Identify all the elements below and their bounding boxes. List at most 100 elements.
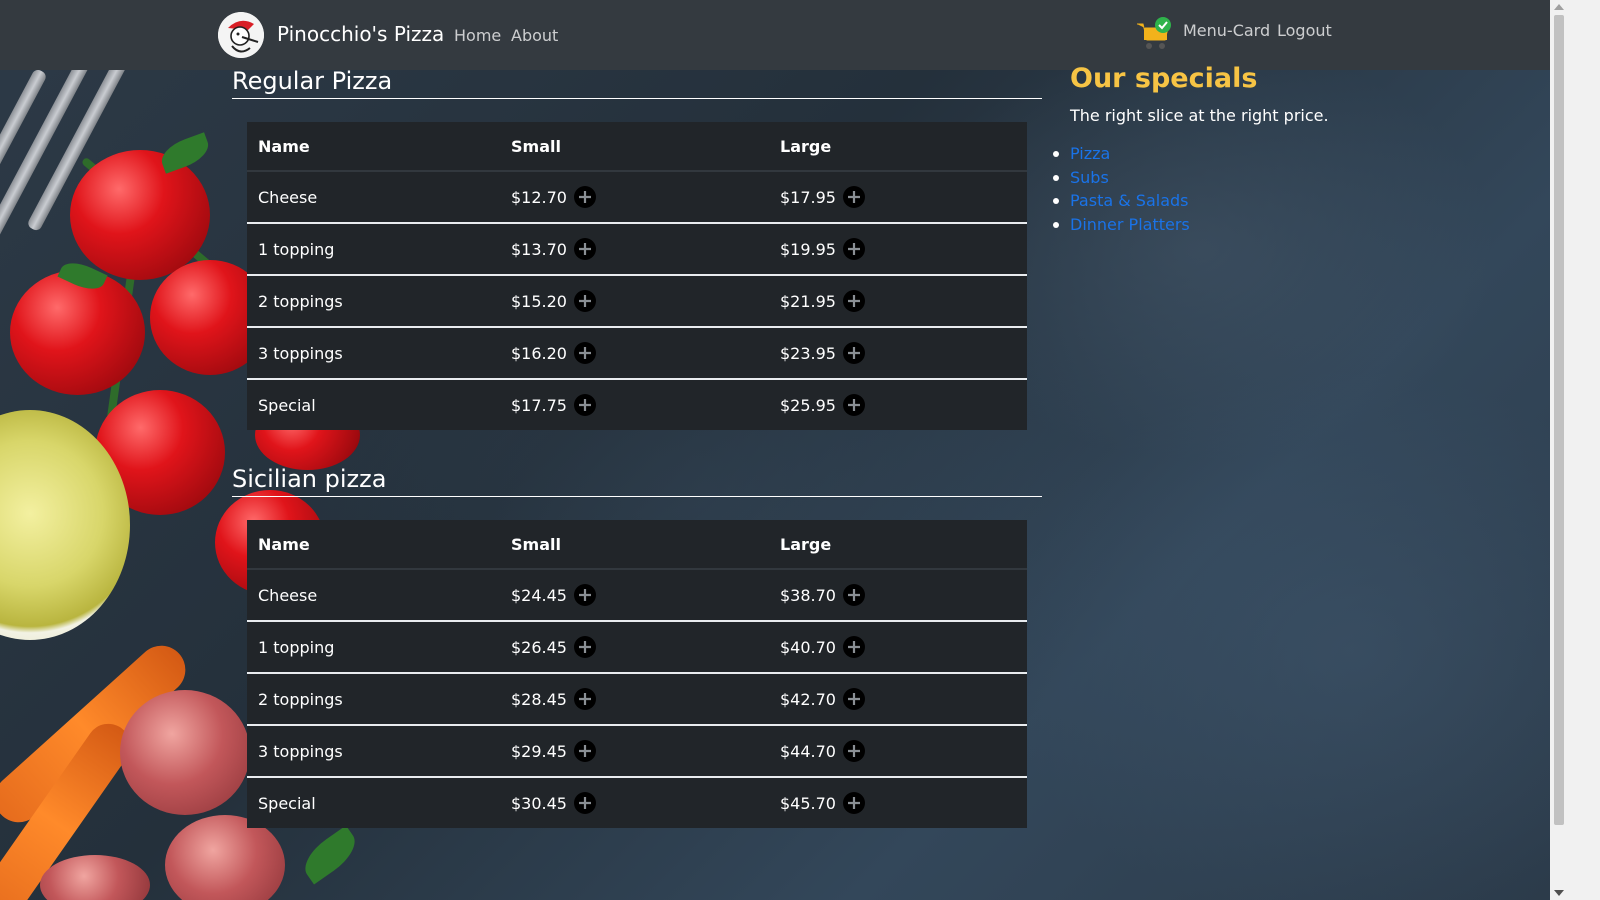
bullet-icon [1053, 151, 1059, 157]
price-cell-small: $30.45 [500, 776, 769, 828]
price-cell-large: $19.95 [769, 222, 1027, 275]
price-cell-small: $13.70 [500, 222, 769, 275]
price-large: $45.70 [780, 793, 836, 813]
list-item: Dinner Platters [1053, 213, 1190, 237]
price-cell-small: $28.45 [500, 672, 769, 725]
price-small: $26.45 [511, 637, 567, 657]
table-row: 2 toppings $28.45 $42.70 [247, 672, 1027, 725]
price-small: $17.75 [511, 395, 567, 415]
specials-title: Our specials [1070, 63, 1258, 94]
specials-link-pizza[interactable]: Pizza [1070, 144, 1110, 163]
brand-logo[interactable] [218, 12, 264, 58]
nav-link-home[interactable]: Home [454, 26, 501, 45]
add-to-cart-icon[interactable] [842, 290, 865, 312]
scrollbar-thumb[interactable] [1554, 15, 1564, 825]
potato [40, 855, 150, 900]
leaf [296, 825, 360, 885]
table-row: Special $17.75 $25.95 [247, 378, 1027, 430]
table-row: 1 topping $26.45 $40.70 [247, 620, 1027, 673]
bullet-icon [1053, 174, 1059, 181]
table-row: 3 toppings $29.45 $44.70 [247, 724, 1027, 777]
table-row: 2 toppings $15.20 $21.95 [247, 274, 1027, 327]
add-to-cart-icon[interactable] [573, 740, 596, 762]
section-title-regular-pizza: Regular Pizza [232, 67, 1042, 99]
add-to-cart-icon[interactable] [842, 636, 865, 658]
list-item: Pasta & Salads [1053, 189, 1190, 213]
sicilian-pizza-table: Name Small Large Cheese $24.45 $38.70 1 … [247, 520, 1027, 828]
price-small: $16.20 [511, 343, 567, 363]
table-header-row: Name Small Large [247, 122, 1027, 172]
price-cell-small: $12.70 [500, 171, 769, 223]
add-to-cart-icon[interactable] [573, 342, 596, 364]
window-edge [1568, 0, 1600, 900]
table-row: 1 topping $13.70 $19.95 [247, 222, 1027, 275]
add-to-cart-icon[interactable] [573, 394, 596, 416]
price-small: $30.45 [511, 793, 567, 813]
nav-link-menu-card[interactable]: Menu-Card [1183, 21, 1270, 40]
add-to-cart-icon[interactable] [573, 186, 596, 208]
column-header-name: Name [247, 122, 500, 172]
specials-list: Pizza Subs Pasta & Salads Dinner Platter… [1053, 142, 1190, 237]
price-cell-small: $24.45 [500, 569, 769, 621]
bullet-icon [1053, 198, 1059, 204]
add-to-cart-icon[interactable] [573, 584, 596, 606]
nav-link-logout[interactable]: Logout [1277, 21, 1332, 40]
bullet-icon [1053, 221, 1059, 228]
price-large: $42.70 [780, 689, 836, 709]
specials-link-dinner-platters[interactable]: Dinner Platters [1070, 215, 1190, 234]
add-to-cart-icon[interactable] [573, 290, 596, 312]
item-name: Cheese [258, 585, 318, 605]
add-to-cart-icon[interactable] [842, 394, 865, 416]
price-large: $17.95 [780, 187, 836, 207]
add-to-cart-icon[interactable] [573, 238, 596, 260]
section-title-sicilian-pizza: Sicilian pizza [232, 465, 1042, 497]
column-header-small: Small [500, 122, 769, 172]
table-row: Special $30.45 $45.70 [247, 776, 1027, 828]
add-to-cart-icon[interactable] [842, 186, 865, 208]
price-cell-large: $40.70 [769, 620, 1027, 673]
item-name: 2 toppings [247, 672, 500, 725]
price-cell-large: $17.95 [769, 171, 1027, 223]
add-to-cart-icon[interactable] [842, 342, 865, 364]
nav-link-about[interactable]: About [511, 26, 558, 45]
item-name: Cheese [258, 187, 318, 207]
specials-link-subs[interactable]: Subs [1070, 168, 1109, 187]
add-to-cart-icon[interactable] [573, 636, 596, 658]
specials-link-pasta-salads[interactable]: Pasta & Salads [1070, 191, 1189, 210]
price-large: $40.70 [780, 637, 836, 657]
item-name: 3 toppings [247, 326, 500, 379]
price-large: $23.95 [780, 343, 836, 363]
vertical-scrollbar[interactable] [1550, 0, 1568, 900]
add-to-cart-icon[interactable] [842, 688, 865, 710]
price-small: $29.45 [511, 741, 567, 761]
add-to-cart-icon[interactable] [573, 792, 596, 814]
column-header-large: Large [769, 122, 1027, 172]
add-to-cart-icon[interactable] [842, 238, 865, 260]
table-row: Cheese $24.45 $38.70 [247, 569, 1027, 621]
price-small: $13.70 [511, 239, 567, 259]
add-to-cart-icon[interactable] [842, 792, 865, 814]
item-name: 1 topping [247, 222, 500, 275]
price-small: $12.70 [511, 187, 567, 207]
item-name: 2 toppings [247, 274, 500, 327]
table-header-row: Name Small Large [247, 520, 1027, 570]
brand-name[interactable]: Pinocchio's Pizza [277, 22, 444, 46]
regular-pizza-table: Name Small Large Cheese $12.70 $17.95 1 … [247, 122, 1027, 430]
shopping-cart-check-icon[interactable] [1135, 16, 1173, 52]
navbar: Pinocchio's Pizza Home About Menu-Card L… [0, 0, 1550, 70]
price-cell-small: $29.45 [500, 724, 769, 777]
scroll-up-arrow-icon[interactable] [1554, 4, 1564, 10]
list-item: Subs [1053, 166, 1190, 190]
price-small: $15.20 [511, 291, 567, 311]
add-to-cart-icon[interactable] [842, 740, 865, 762]
scroll-down-arrow-icon[interactable] [1554, 890, 1564, 896]
add-to-cart-icon[interactable] [842, 584, 865, 606]
add-to-cart-icon[interactable] [573, 688, 596, 710]
table-row: 3 toppings $16.20 $23.95 [247, 326, 1027, 379]
price-small: $28.45 [511, 689, 567, 709]
price-large: $21.95 [780, 291, 836, 311]
price-large: $38.70 [780, 585, 836, 605]
price-large: $19.95 [780, 239, 836, 259]
pinocchio-logo-icon [218, 12, 264, 58]
price-cell-small: $17.75 [500, 378, 769, 430]
